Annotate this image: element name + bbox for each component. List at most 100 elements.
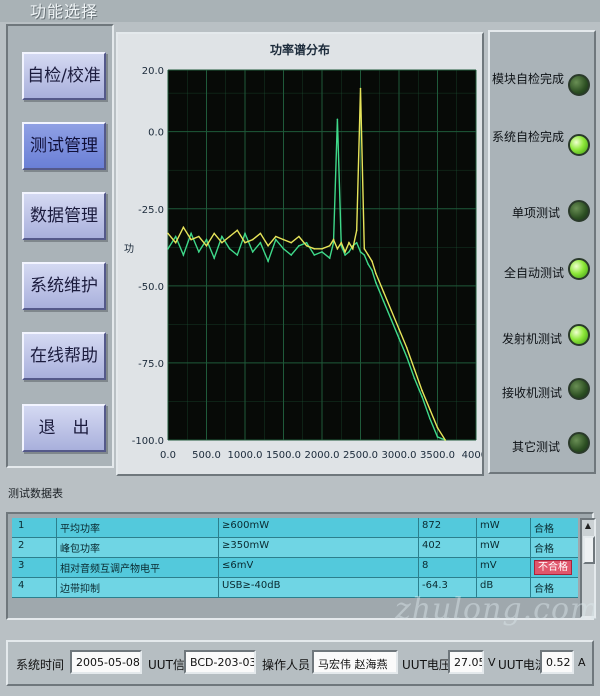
data-point bbox=[390, 318, 393, 321]
row-value: 402 bbox=[418, 538, 441, 557]
data-point bbox=[275, 238, 277, 241]
data-point bbox=[290, 241, 292, 244]
data-point bbox=[321, 248, 323, 250]
nav-system-maintenance-button[interactable]: 系统维护 bbox=[22, 262, 106, 310]
led-receiver-test bbox=[568, 378, 590, 400]
data-point bbox=[205, 238, 208, 241]
status-label-system-check: 系统自检完成 bbox=[492, 130, 565, 144]
row-name: 边带抑制 bbox=[56, 578, 100, 597]
nav-online-help-button[interactable]: 在线帮助 bbox=[22, 332, 106, 380]
data-point bbox=[174, 235, 177, 238]
nav-self-check-button[interactable]: 自检/校准 bbox=[22, 52, 106, 100]
data-point bbox=[198, 251, 200, 253]
data-point bbox=[228, 235, 231, 238]
data-point bbox=[259, 241, 262, 244]
nav-data-management-button[interactable]: 数据管理 bbox=[22, 192, 106, 240]
data-point bbox=[205, 244, 208, 247]
title-bar: 功能选择 bbox=[0, 0, 600, 22]
row-index: 2 bbox=[18, 540, 25, 551]
x-tick-label: 3000.0 bbox=[382, 450, 417, 461]
y-tick-labels: 20.0 0.0 -25.0 -50.0 -75.0 -100.0 bbox=[132, 66, 164, 447]
y-tick-label: -50.0 bbox=[138, 282, 164, 293]
uut-current-field: 0.52 bbox=[540, 650, 574, 674]
chart-title: 功率谱分布 bbox=[270, 42, 330, 57]
data-point bbox=[421, 396, 423, 398]
data-point bbox=[251, 238, 254, 241]
power-spectrum-chart: 功率谱分布 功 20.0 0.0 -25.0 -50.0 -75.0 -100.0 0.0… bbox=[116, 32, 484, 476]
data-point bbox=[174, 241, 177, 244]
row-result-cell: 不合格 bbox=[530, 558, 572, 577]
data-point bbox=[375, 281, 377, 284]
data-point bbox=[275, 235, 277, 238]
data-point bbox=[336, 118, 339, 121]
x-tick-label: 2500.0 bbox=[343, 450, 378, 461]
data-point bbox=[244, 241, 246, 244]
voltage-unit: V bbox=[488, 656, 496, 669]
row-index: 4 bbox=[18, 580, 25, 591]
x-tick-label: 1000.0 bbox=[228, 450, 263, 461]
data-point bbox=[371, 260, 373, 262]
system-time-label: 系统时间 bbox=[16, 658, 65, 672]
data-point bbox=[282, 238, 285, 241]
data-point bbox=[167, 232, 169, 235]
uut-voltage-field: 27.05 bbox=[448, 650, 484, 674]
x-tick-labels: 0.0 500.0 1000.0 1500.0 2000.0 2500.0 3000.0 35… bbox=[160, 450, 482, 461]
data-point bbox=[371, 269, 373, 272]
status-label-single-test: 单项测试 bbox=[512, 206, 561, 220]
row-name: 相对音频互调产物电平 bbox=[56, 558, 160, 577]
uut-voltage-label: UUT电压 bbox=[402, 658, 451, 672]
x-tick-label: 4000. bbox=[462, 450, 482, 461]
data-point bbox=[198, 235, 200, 238]
table-row[interactable]: 1 平均功率 ≥600mW 872 mW 合格 bbox=[12, 518, 578, 538]
nav-test-management-button[interactable]: 测试管理 bbox=[22, 122, 106, 170]
data-point bbox=[405, 346, 408, 349]
data-point bbox=[444, 439, 447, 441]
data-point bbox=[332, 238, 335, 241]
data-point bbox=[363, 254, 366, 256]
data-point bbox=[348, 251, 350, 253]
uut-info-field: BCD-203-03 bbox=[184, 650, 256, 674]
data-point bbox=[298, 235, 300, 238]
table-row[interactable]: 3 相对音频互调产物电平 ≤6mV 8 mV 不合格 bbox=[12, 558, 578, 578]
data-point bbox=[421, 389, 423, 392]
status-bar: 系统时间 2005-05-08 UUT信息 BCD-203-03 操作人员 马宏… bbox=[6, 640, 594, 686]
data-point bbox=[352, 248, 354, 250]
data-point bbox=[221, 235, 223, 238]
row-name: 平均功率 bbox=[56, 518, 100, 537]
row-condition: ≥600mW bbox=[218, 518, 269, 537]
data-point bbox=[355, 229, 358, 232]
data-point bbox=[398, 337, 400, 340]
row-unit: mW bbox=[476, 538, 500, 557]
row-index: 1 bbox=[18, 520, 25, 531]
app-title: 功能选择 bbox=[30, 2, 99, 21]
data-point bbox=[348, 241, 350, 244]
data-point bbox=[355, 241, 358, 244]
row-condition: ≥350mW bbox=[218, 538, 269, 557]
x-tick-label: 3500.0 bbox=[420, 450, 455, 461]
data-point bbox=[259, 232, 262, 235]
data-point bbox=[336, 248, 339, 250]
row-unit: mW bbox=[476, 518, 500, 537]
status-panel: 模块自检完成 系统自检完成 单项测试 全自动测试 发射机测试 接收机测试 其它测… bbox=[488, 30, 596, 474]
scroll-up-arrow-icon[interactable]: ▲ bbox=[582, 520, 594, 532]
data-point bbox=[190, 238, 192, 241]
data-point bbox=[413, 368, 416, 370]
scroll-thumb[interactable] bbox=[583, 536, 595, 564]
data-point bbox=[267, 244, 269, 247]
current-unit: A bbox=[578, 656, 586, 669]
table-row[interactable]: 2 峰包功率 ≥350mW 402 mW 合格 bbox=[12, 538, 578, 558]
data-point bbox=[367, 254, 369, 256]
data-point bbox=[375, 272, 377, 275]
y-tick-label: -100.0 bbox=[132, 436, 164, 447]
led-transmitter-test bbox=[568, 324, 590, 346]
data-point bbox=[290, 254, 292, 256]
led-single-test bbox=[568, 200, 590, 222]
data-point bbox=[190, 232, 192, 235]
data-point bbox=[267, 260, 269, 262]
nav-exit-button[interactable]: 退 出 bbox=[22, 404, 106, 452]
y-tick-label: 20.0 bbox=[142, 66, 164, 77]
data-point bbox=[236, 254, 239, 256]
y-tick-label: -25.0 bbox=[138, 205, 164, 216]
data-point bbox=[328, 257, 331, 259]
data-point bbox=[367, 263, 369, 266]
